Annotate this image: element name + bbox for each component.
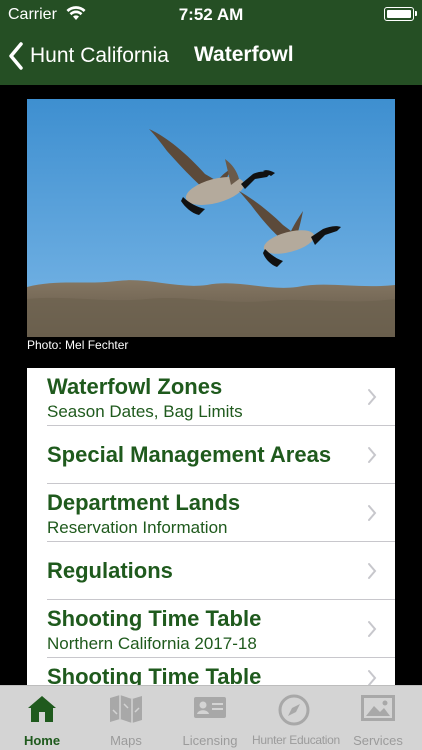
list-item-title: Shooting Time Table: [47, 606, 262, 631]
chevron-right-icon: [368, 505, 377, 521]
list-item-special-management-areas[interactable]: Special Management Areas: [27, 426, 395, 484]
chevron-left-icon: [9, 42, 23, 70]
list-item-shooting-time-table[interactable]: Shooting Time Table: [27, 658, 395, 686]
status-time: 7:52 AM: [178, 5, 244, 24]
list-item-title: Waterfowl Zones: [47, 374, 223, 399]
list-item-subtitle: Season Dates, Bag Limits: [47, 402, 243, 421]
chevron-right-icon: [368, 447, 377, 463]
photo-credit: Photo: Mel Fechter: [27, 338, 129, 352]
back-button-label: Hunt California: [30, 44, 169, 67]
list-item-subtitle: Northern California 2017-18: [47, 634, 257, 653]
tab-label: Home: [23, 733, 61, 748]
compass-icon: [278, 694, 310, 731]
list-item-shooting-time-table-north[interactable]: Shooting Time Table Northern California …: [27, 600, 395, 658]
tab-label: Licensing: [182, 733, 238, 748]
map-icon: [108, 694, 144, 729]
license-card-icon: [193, 694, 227, 725]
menu-list: Waterfowl Zones Season Dates, Bag Limits…: [27, 368, 395, 686]
chevron-right-icon: [368, 389, 377, 405]
hero-photo: [27, 99, 395, 337]
list-item-title: Department Lands: [47, 490, 241, 515]
list-item-subtitle: Reservation Information: [47, 518, 228, 537]
picture-icon: [361, 694, 395, 727]
tab-label: Hunter Education: [252, 733, 340, 747]
tab-services[interactable]: Services: [336, 686, 420, 750]
battery-icon: [384, 7, 417, 21]
list-item-regulations[interactable]: Regulations: [27, 542, 395, 600]
tab-label: Services: [353, 733, 403, 748]
list-item-title: Special Management Areas: [47, 442, 332, 467]
page-title: Waterfowl: [194, 43, 294, 66]
chevron-right-icon: [368, 670, 377, 686]
home-icon: [26, 694, 58, 729]
chevron-right-icon: [368, 621, 377, 637]
tab-maps[interactable]: Maps: [84, 686, 168, 750]
list-item-waterfowl-zones[interactable]: Waterfowl Zones Season Dates, Bag Limits: [27, 368, 395, 426]
header-bar: Carrier 7:52 AM Hunt California Waterfow…: [0, 0, 422, 85]
tab-bar: Home Maps Licensing Hunter Education Ser…: [0, 685, 422, 750]
list-item-title: Regulations: [47, 558, 173, 583]
tab-hunter-education[interactable]: Hunter Education: [252, 686, 340, 750]
back-button[interactable]: Hunt California: [8, 40, 169, 72]
status-bar: Carrier 7:52 AM: [0, 0, 422, 30]
app-root: Carrier 7:52 AM Hunt California Waterfow…: [0, 0, 422, 750]
tab-home[interactable]: Home: [0, 686, 84, 750]
list-item-department-lands[interactable]: Department Lands Reservation Information: [27, 484, 395, 542]
tab-licensing[interactable]: Licensing: [168, 686, 252, 750]
tab-label: Maps: [110, 733, 142, 748]
chevron-right-icon: [368, 563, 377, 579]
list-item-title: Shooting Time Table: [47, 664, 262, 686]
